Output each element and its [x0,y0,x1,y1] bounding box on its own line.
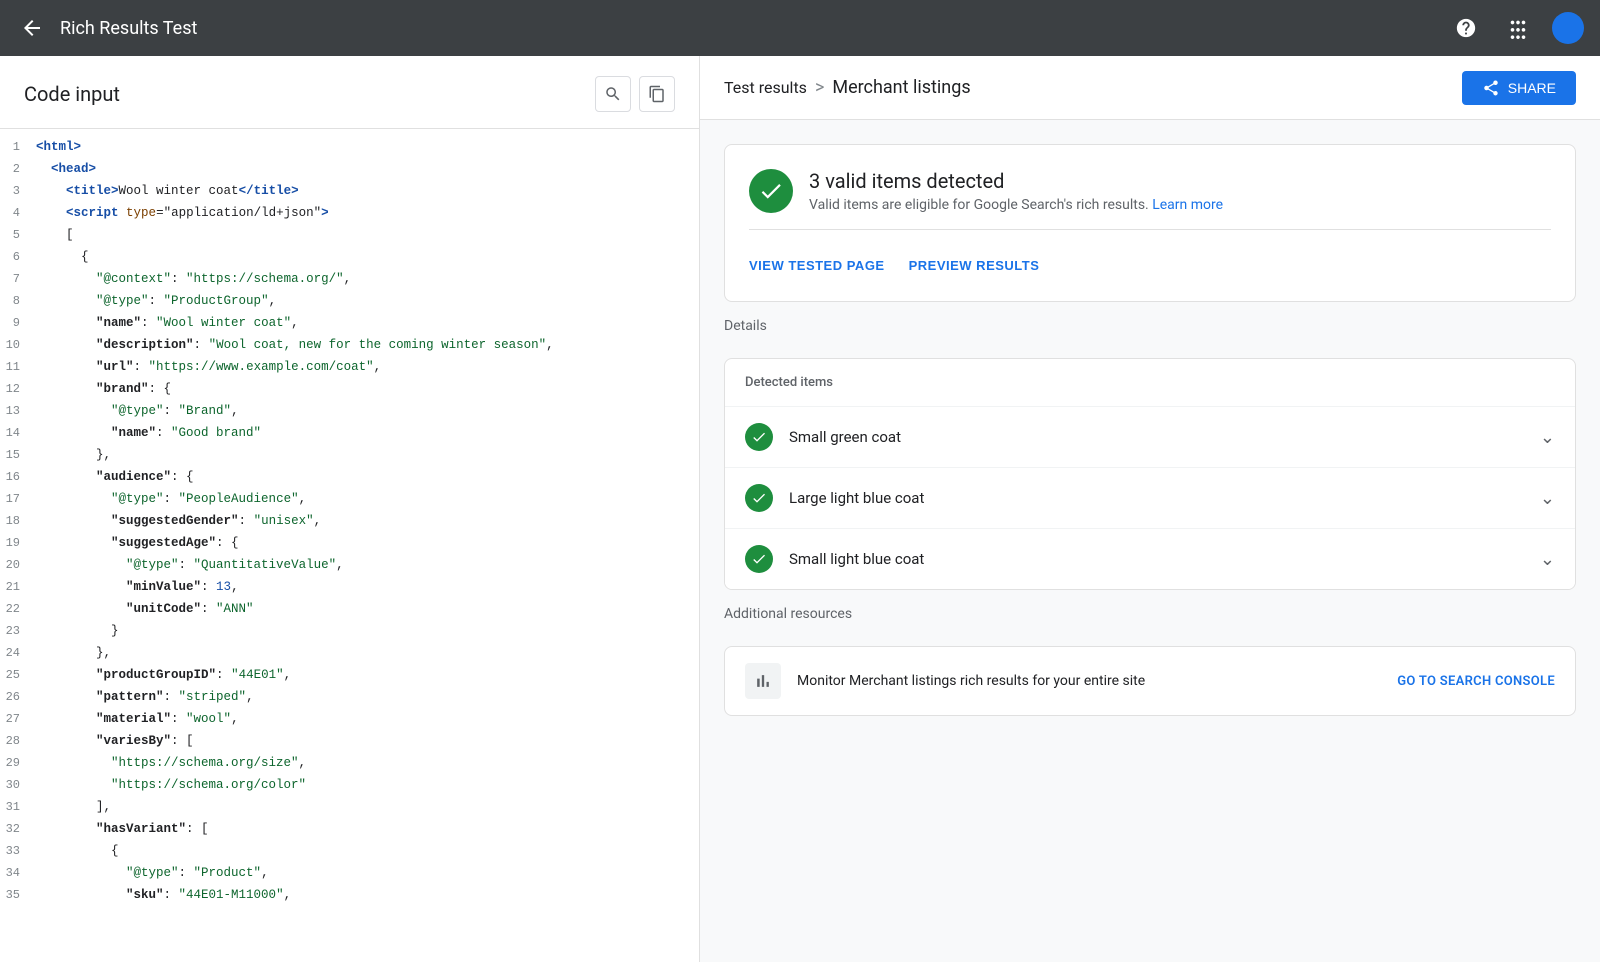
code-line-2: 2 <head> [0,159,699,181]
code-line-10: 10 "description": "Wool coat, new for th… [0,335,699,357]
item-check-2 [745,545,773,573]
chevron-down-icon-2: ⌄ [1540,549,1555,570]
valid-items-section: 3 valid items detected Valid items are e… [725,145,1575,301]
help-icon[interactable] [1448,10,1484,46]
code-line-11: 11 "url": "https://www.example.com/coat"… [0,357,699,379]
preview-results-button[interactable]: PREVIEW RESULTS [909,254,1040,277]
code-panel-header: Code input [0,56,699,129]
back-button[interactable] [16,12,48,44]
code-line-19: 19 "suggestedAge": { [0,533,699,555]
code-line-32: 32 "hasVariant": [ [0,819,699,841]
code-toolbar [595,76,675,112]
code-line-22: 22 "unitCode": "ANN" [0,599,699,621]
code-line-35: 35 "sku": "44E01-M11000", [0,885,699,907]
code-line-13: 13 "@type": "Brand", [0,401,699,423]
code-line-33: 33 { [0,841,699,863]
detected-items-card: Detected items Small green coat ⌄ Large … [724,358,1576,590]
results-body: 3 valid items detected Valid items are e… [700,120,1600,740]
code-line-1: 1<html> [0,137,699,159]
breadcrumb-test-results: Test results [724,78,807,97]
detected-item-1[interactable]: Large light blue coat ⌄ [725,468,1575,529]
code-line-7: 7 "@context": "https://schema.org/", [0,269,699,291]
results-panel: Test results > Merchant listings SHARE [700,56,1600,962]
results-header: Test results > Merchant listings SHARE [700,56,1600,120]
code-line-23: 23 } [0,621,699,643]
code-line-6: 6 { [0,247,699,269]
code-line-15: 15 }, [0,445,699,467]
breadcrumb-separator: > [815,77,824,98]
action-buttons: VIEW TESTED PAGE PREVIEW RESULTS [749,246,1551,277]
detected-item-2[interactable]: Small light blue coat ⌄ [725,529,1575,589]
code-input-label: Code input [24,82,120,106]
code-line-34: 34 "@type": "Product", [0,863,699,885]
item-label-1: Large light blue coat [789,489,1540,507]
avatar[interactable] [1552,12,1584,44]
code-panel: Code input 1<html> 2 <head> 3 <title>Woo… [0,56,700,962]
valid-check-circle [749,169,793,213]
additional-resources-card: Monitor Merchant listings rich results f… [724,646,1576,716]
code-line-25: 25 "productGroupID": "44E01", [0,665,699,687]
view-tested-page-button[interactable]: VIEW TESTED PAGE [749,254,885,277]
share-label: SHARE [1508,80,1556,96]
item-check-0 [745,423,773,451]
code-line-26: 26 "pattern": "striped", [0,687,699,709]
valid-items-card: 3 valid items detected Valid items are e… [724,144,1576,302]
monitor-text: Monitor Merchant listings rich results f… [797,673,1381,689]
item-check-1 [745,484,773,512]
code-line-12: 12 "brand": { [0,379,699,401]
breadcrumb: Test results > Merchant listings [724,77,971,98]
code-line-27: 27 "material": "wool", [0,709,699,731]
code-line-24: 24 }, [0,643,699,665]
learn-more-link[interactable]: Learn more [1152,197,1223,213]
search-button[interactable] [595,76,631,112]
nav-icons [1448,10,1584,46]
code-line-5: 5 [ [0,225,699,247]
code-line-16: 16 "audience": { [0,467,699,489]
valid-count: 3 valid items detected [809,169,1223,193]
code-line-29: 29 "https://schema.org/size", [0,753,699,775]
code-line-17: 17 "@type": "PeopleAudience", [0,489,699,511]
chevron-down-icon-1: ⌄ [1540,488,1555,509]
app-title: Rich Results Test [60,18,1448,39]
detected-items-header: Detected items [725,359,1575,407]
main-area: Code input 1<html> 2 <head> 3 <title>Woo… [0,56,1600,962]
code-line-3: 3 <title>Wool winter coat</title> [0,181,699,203]
code-line-4: 4 <script type="application/ld+json"> [0,203,699,225]
code-line-9: 9 "name": "Wool winter coat", [0,313,699,335]
item-label-0: Small green coat [789,428,1540,446]
code-line-8: 8 "@type": "ProductGroup", [0,291,699,313]
code-editor[interactable]: 1<html> 2 <head> 3 <title>Wool winter co… [0,129,699,962]
code-line-28: 28 "variesBy": [ [0,731,699,753]
top-navigation: Rich Results Test [0,0,1600,56]
breadcrumb-current: Merchant listings [832,77,970,98]
valid-description: Valid items are eligible for Google Sear… [809,197,1223,213]
item-label-2: Small light blue coat [789,550,1540,568]
share-button[interactable]: SHARE [1462,71,1576,105]
detected-item-0[interactable]: Small green coat ⌄ [725,407,1575,468]
grid-icon[interactable] [1500,10,1536,46]
code-line-21: 21 "minValue": 13, [0,577,699,599]
valid-header: 3 valid items detected Valid items are e… [749,169,1551,213]
chevron-down-icon-0: ⌄ [1540,427,1555,448]
code-line-30: 30 "https://schema.org/color" [0,775,699,797]
valid-text: 3 valid items detected Valid items are e… [809,169,1223,213]
copy-button[interactable] [639,76,675,112]
details-label: Details [724,318,1576,334]
code-line-31: 31 ], [0,797,699,819]
bar-chart-icon [745,663,781,699]
code-line-20: 20 "@type": "QuantitativeValue", [0,555,699,577]
code-line-18: 18 "suggestedGender": "unisex", [0,511,699,533]
divider [749,229,1551,230]
additional-resources-label: Additional resources [724,606,1576,622]
go-to-console-link[interactable]: GO TO SEARCH CONSOLE [1397,674,1555,689]
code-line-14: 14 "name": "Good brand" [0,423,699,445]
